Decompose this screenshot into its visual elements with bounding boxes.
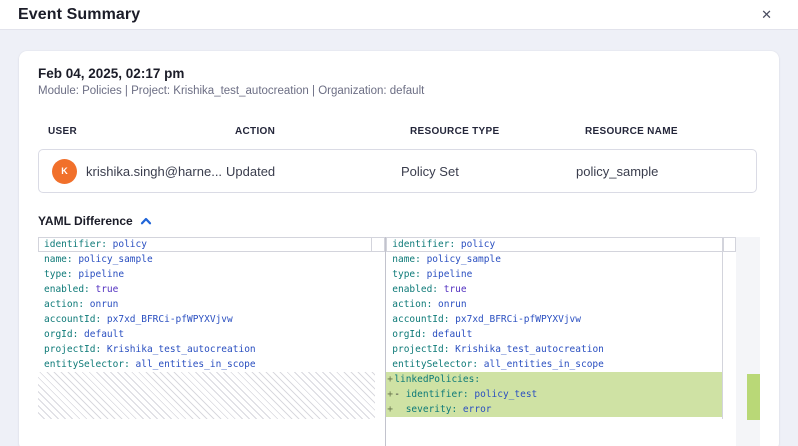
- added-line-marker: +: [387, 387, 393, 402]
- event-meta: Module: Policies | Project: Krishika_tes…: [38, 85, 760, 97]
- left-scrollbar-top-box: [371, 237, 385, 252]
- code-line: identifier: policy: [38, 237, 375, 252]
- added-line-marker: +: [387, 402, 393, 417]
- event-timestamp: Feb 04, 2025, 02:17 pm: [38, 66, 760, 81]
- code-line: projectId: Krishika_test_autocreation: [38, 342, 375, 357]
- table-row: K krishika.singh@harne... Updated Policy…: [38, 149, 757, 193]
- code-line-added: +- identifier: policy_test: [386, 387, 737, 402]
- event-summary-card: Feb 04, 2025, 02:17 pm Module: Policies …: [19, 51, 779, 446]
- code-line: identifier: policy: [386, 237, 723, 252]
- col-action: ACTION: [225, 126, 400, 137]
- minimap-added-chunk: [747, 374, 760, 420]
- diff-right-code: identifier: policyname: policy_sampletyp…: [386, 237, 736, 417]
- diff-minimap-scrollbar[interactable]: [736, 237, 760, 446]
- yaml-difference-label: YAML Difference: [38, 214, 133, 228]
- code-line: type: pipeline: [38, 267, 375, 282]
- code-line: entitySelector: all_entities_in_scope: [386, 357, 723, 372]
- dialog-header: Event Summary ✕: [0, 0, 798, 30]
- code-line: entitySelector: all_entities_in_scope: [38, 357, 375, 372]
- added-line-marker: +: [387, 372, 393, 387]
- right-scrollbar-gutter[interactable]: [722, 237, 736, 419]
- code-line: orgId: default: [38, 327, 375, 342]
- avatar: K: [52, 159, 77, 184]
- col-user: USER: [38, 126, 225, 137]
- diff-pane-new[interactable]: identifier: policyname: policy_sampletyp…: [385, 237, 736, 446]
- diff-left-code: identifier: policyname: policy_sampletyp…: [38, 237, 385, 419]
- user-cell: K krishika.singh@harne...: [39, 159, 226, 184]
- diff-pane-old[interactable]: identifier: policyname: policy_sampletyp…: [38, 237, 385, 446]
- code-line: name: policy_sample: [386, 252, 723, 267]
- removed-lines-placeholder: [38, 372, 375, 419]
- yaml-difference-toggle[interactable]: YAML Difference: [38, 214, 152, 228]
- close-icon[interactable]: ✕: [759, 6, 774, 23]
- code-line: enabled: true: [38, 282, 375, 297]
- code-line: action: onrun: [38, 297, 375, 312]
- audit-table-header: USER ACTION RESOURCE TYPE RESOURCE NAME: [38, 126, 760, 137]
- page-title: Event Summary: [18, 6, 140, 24]
- resource-type-value: Policy Set: [401, 164, 576, 179]
- chevron-up-icon: [140, 217, 152, 225]
- code-line-added: + severity: error: [386, 402, 737, 417]
- col-resource-type: RESOURCE TYPE: [400, 126, 575, 137]
- code-line: type: pipeline: [386, 267, 723, 282]
- user-email: krishika.singh@harne...: [86, 164, 222, 179]
- code-line: projectId: Krishika_test_autocreation: [386, 342, 723, 357]
- right-scrollbar-top-box: [723, 237, 736, 252]
- code-line: action: onrun: [386, 297, 723, 312]
- code-line: enabled: true: [386, 282, 723, 297]
- code-line-added: +linkedPolicies:: [386, 372, 737, 387]
- left-scrollbar-gutter[interactable]: [371, 237, 385, 446]
- yaml-diff-viewer: identifier: policyname: policy_sampletyp…: [38, 237, 760, 446]
- col-resource-name: RESOURCE NAME: [575, 126, 760, 137]
- resource-name-value: policy_sample: [576, 164, 756, 179]
- code-line: accountId: px7xd_BFRCi-pfWPYXVjvw: [386, 312, 723, 327]
- code-line: orgId: default: [386, 327, 723, 342]
- code-line: name: policy_sample: [38, 252, 375, 267]
- action-value: Updated: [226, 164, 401, 179]
- code-line: accountId: px7xd_BFRCi-pfWPYXVjvw: [38, 312, 375, 327]
